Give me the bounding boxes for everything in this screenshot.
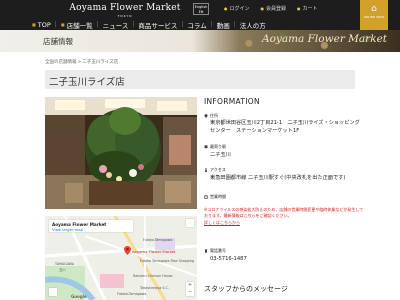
login-icon: ●: [224, 6, 228, 11]
walk-icon: [205, 168, 207, 172]
map-info-card: Aoyama Flower Market View larger map: [49, 220, 133, 232]
nav-divider: |: [210, 21, 213, 28]
cart-icon: ●: [297, 6, 301, 11]
register-icon: ●: [260, 6, 265, 11]
zoom-in-icon[interactable]: +: [186, 282, 194, 289]
covid-notice-link[interactable]: 詳しくはこちらから: [204, 220, 240, 225]
phone-label-text: 電話番号: [210, 248, 226, 253]
nav-column-label: コラム: [187, 21, 207, 30]
map-label-station: Futako-Tamagawa: [143, 238, 173, 242]
cart-link[interactable]: ● カート: [297, 5, 318, 12]
store-map[interactable]: Aoyama Flower Market View larger map Aoy…: [45, 216, 197, 300]
location-icon: [204, 114, 208, 118]
nav-divider: |: [181, 21, 184, 28]
banner-title: 店舗情報: [43, 37, 73, 46]
online-shop-button[interactable]: ⌂ ONLINE SHOP: [360, 0, 388, 30]
nav-services-label: 商品サービス: [138, 21, 178, 30]
map-pin-icon[interactable]: [124, 246, 131, 255]
page-banner: 店舗情報 Aoyama Flower Market: [0, 30, 400, 52]
map-card-title: Aoyama Flower Market: [52, 221, 107, 227]
main-nav: ■ TOP | ■ 店舗一覧 | ニュース | 商品サービス | コラム | 動画 …: [32, 20, 266, 30]
shop-photo-illustration: [45, 97, 197, 209]
access-label-text: アクセス: [210, 167, 226, 172]
nav-video[interactable]: 動画: [217, 20, 230, 30]
breadcrumb: 全国の店舗情報>二子玉川ライズ店: [45, 59, 118, 65]
language-switch[interactable]: English EN: [193, 3, 209, 15]
site-header: Aoyama Flower Market TOKYO English EN ● ロ…: [0, 0, 400, 30]
nav-divider: |: [132, 21, 135, 28]
map-label-rakuten: Rakuten Crimson House: [133, 274, 173, 278]
nav-corporate[interactable]: 法人の方: [240, 20, 266, 30]
map-label-district-jp: 玉川: [59, 268, 66, 272]
nav-column[interactable]: コラム: [187, 20, 206, 30]
station-value: 二子玉川: [210, 152, 231, 158]
nav-news-label: ニュース: [102, 21, 129, 30]
cart-label: カート: [302, 6, 318, 12]
covid-notice-text: ※コロナウイルスの感染拡大防止のため、店舗の営業時間変更や臨時休業などが発生して…: [204, 207, 364, 219]
store-icon: ⌂: [371, 4, 377, 14]
register-label: 会員登録: [266, 6, 287, 12]
login-label: ログイン: [229, 6, 250, 12]
login-link[interactable]: ● ログイン: [224, 5, 250, 12]
google-logo: Google: [71, 294, 87, 299]
information-heading: INFORMATION: [204, 97, 260, 106]
street-view-icon[interactable]: [49, 288, 57, 296]
zoom-out-icon[interactable]: −: [186, 289, 194, 296]
banner-script-logo: Aoyama Flower Market: [262, 33, 388, 45]
train-icon: [204, 145, 208, 149]
utility-links: ● ログイン ● 会員登録 ● カート: [224, 5, 329, 12]
staff-message-heading: スタッフからのメッセージ: [204, 285, 288, 293]
online-shop-label: ONLINE SHOP: [363, 15, 385, 19]
logo-sub: TOKYO: [117, 14, 133, 18]
map-label-takashimaya: Takashimaya S.C.: [140, 286, 169, 290]
station-label: 最寄り駅: [204, 144, 226, 150]
nav-corporate-label: 法人の方: [239, 21, 266, 30]
access-value: 東急田園都市線 二子玉川駅すぐ(中央改札を出た正面です): [210, 175, 346, 181]
shop-photo: [45, 97, 197, 209]
register-link[interactable]: ● 会員登録: [261, 5, 287, 12]
nav-stores[interactable]: ■ 店舗一覧: [61, 20, 93, 30]
map-label-rise: Futako Tamagawa Rise Shopping: [140, 259, 195, 263]
map-pin-label: Aoyama Flower Market: [132, 249, 176, 254]
nav-top-label: TOP: [37, 20, 51, 29]
hours-label-text: 営業時間: [210, 194, 226, 199]
fullscreen-icon[interactable]: [186, 219, 194, 227]
address-value: 東京都世田谷区玉川2丁目21-1 二子玉川ライズ・ショッピングセンター ステーシ…: [210, 120, 360, 134]
clock-icon: [204, 195, 208, 199]
access-label: アクセス: [204, 167, 226, 173]
zoom-control[interactable]: + −: [186, 282, 194, 296]
breadcrumb-stores-link[interactable]: 全国の店舗情報: [45, 60, 77, 65]
nav-news[interactable]: ニュース: [103, 20, 129, 30]
logo-name: Aoyama Flower Market: [69, 3, 181, 13]
page-title: 二子玉川ライズ店: [49, 77, 125, 88]
nav-top[interactable]: ■ TOP: [32, 21, 51, 29]
phone-label: 電話番号: [204, 248, 226, 254]
phone-icon: [205, 249, 207, 253]
nav-divider: |: [96, 21, 99, 28]
phone-value[interactable]: 03-5716-1487: [210, 255, 362, 263]
breadcrumb-separator: >: [77, 60, 82, 65]
nav-divider: |: [233, 21, 236, 28]
site-logo[interactable]: Aoyama Flower Market TOKYO: [66, 3, 184, 18]
breadcrumb-current: 二子玉川ライズ店: [82, 60, 119, 65]
view-larger-map-link[interactable]: View larger map: [52, 227, 83, 232]
nav-video-label: 動画: [216, 21, 230, 30]
hours-label: 営業時間: [204, 194, 226, 200]
nav-services[interactable]: 商品サービス: [138, 20, 177, 30]
lang-line1: English: [194, 4, 208, 9]
map-label-station-2: Futako-Tamagawa: [117, 292, 147, 296]
nav-stores-icon: ■: [60, 22, 65, 27]
nav-divider: |: [54, 21, 57, 28]
nav-stores-label: 店舗一覧: [66, 21, 93, 30]
lang-line2: EN: [198, 9, 204, 14]
covid-notice: ※コロナウイルスの感染拡大防止のため、店舗の営業時間変更や臨時休業などが発生して…: [204, 207, 364, 226]
nav-top-icon: ■: [32, 22, 36, 27]
map-label-district: TAMAGAWA: [55, 262, 75, 266]
page-title-bar: 二子玉川ライズ店: [45, 70, 355, 89]
station-label-text: 最寄り駅: [210, 144, 226, 149]
